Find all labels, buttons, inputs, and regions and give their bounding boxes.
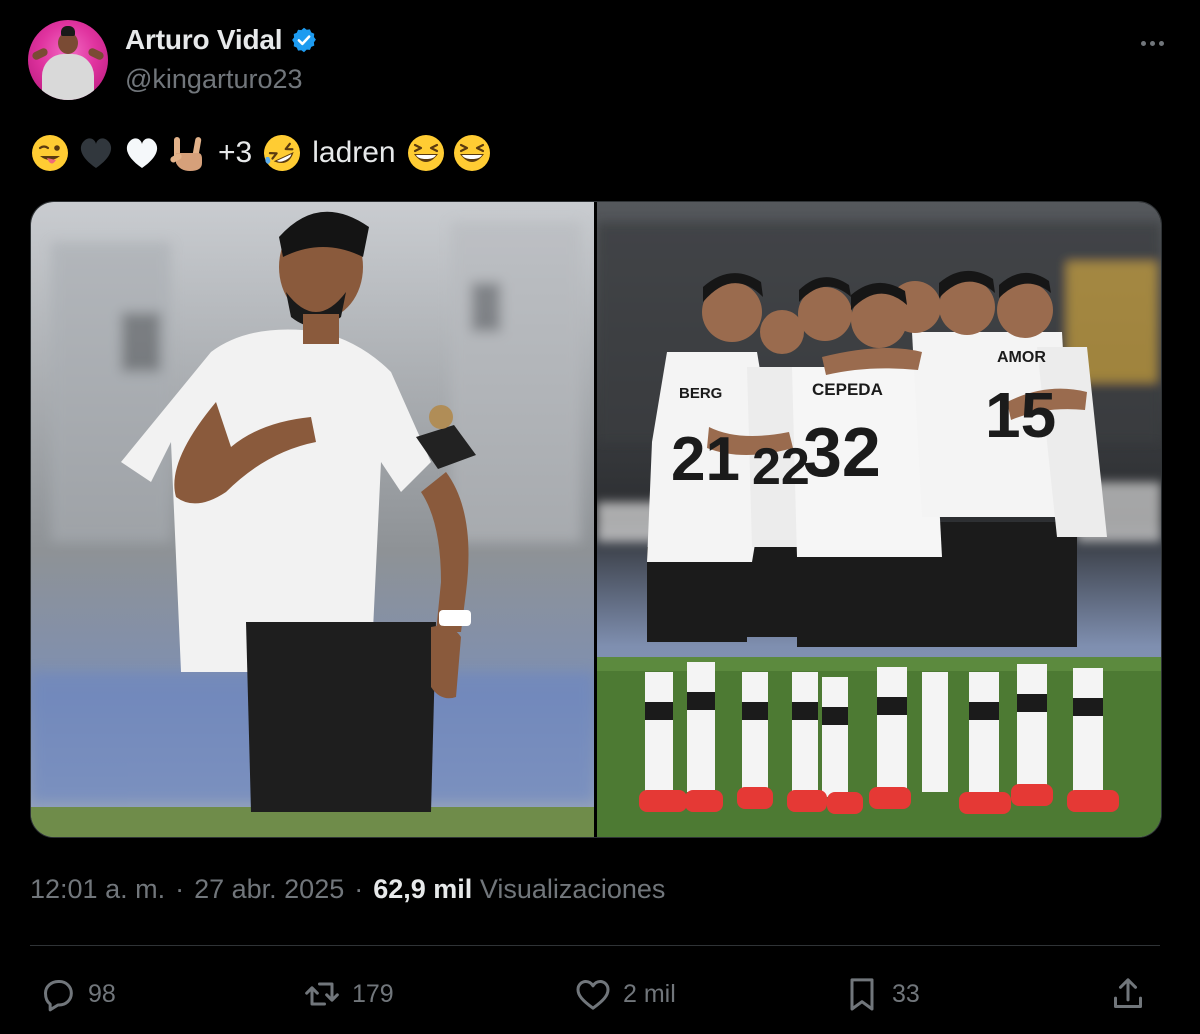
meta-separator: · [175,874,185,904]
meta-divider [30,945,1160,946]
white-heart-emoji [126,138,158,168]
share-button[interactable] [1108,974,1148,1014]
tweet-meta: 12:01 a. m. · 27 abr. 2025 · 62,9 mil Vi… [30,874,665,905]
jersey-name: AMOR [997,349,1046,366]
tweet-header: Arturo Vidal @kingarturo23 [28,20,1172,102]
verified-badge-icon[interactable] [290,26,318,54]
heart-icon [576,980,610,1010]
jersey-number: 22 [752,438,810,496]
grinning-squinting-emoji [453,135,490,171]
jersey-name: BERG [679,385,722,402]
reply-icon [44,980,73,1012]
tweet-time[interactable]: 12:01 a. m. [30,874,165,905]
bookmark-button[interactable]: 33 [842,974,920,1014]
repost-button[interactable]: 179 [302,974,394,1014]
jersey-number: 15 [985,379,1056,451]
share-icon [1114,978,1142,1008]
author-display-name[interactable]: Arturo Vidal [125,24,283,56]
tweet-text: +3 ladren [30,128,492,178]
like-button[interactable]: 2 mil [573,974,676,1014]
more-dot [1158,40,1164,46]
avatar-figure-arm-left [31,46,49,62]
bookmark-count: 33 [892,979,920,1008]
more-dot [1149,40,1155,46]
tweet-media-grid: BERG 21 22 CEPEDA 32 AMOR 15 [30,201,1162,838]
more-options-icon[interactable] [1132,28,1172,58]
jersey-name: CEPEDA [812,380,883,399]
bookmark-icon [850,978,874,1011]
player-celebrating-photo[interactable] [31,202,594,837]
jersey-number: 32 [803,413,881,491]
rolling-laughing-emoji [264,135,301,171]
reply-button[interactable]: 98 [38,974,116,1014]
tweet-text-word: ladren [312,136,396,169]
grinning-squinting-emoji [407,135,444,171]
author-handle[interactable]: @kingarturo23 [125,64,303,95]
tweet-actions-bar: 98 179 2 mil 33 [30,966,1160,1022]
repost-count: 179 [352,979,394,1008]
tweet-text-plus: +3 [218,136,253,169]
more-dot [1140,40,1146,46]
love-you-gesture-emoji [170,137,202,171]
jersey-number: 21 [671,425,740,494]
winking-tongue-emoji [32,135,68,171]
meta-separator: · [354,874,364,904]
author-name-row: Arturo Vidal [125,24,318,56]
tweet-date[interactable]: 27 abr. 2025 [194,874,344,905]
like-count: 2 mil [623,979,676,1008]
reply-count: 98 [88,979,116,1008]
avatar-figure-arm-right [87,46,105,62]
views-label: Visualizaciones [479,874,666,904]
author-avatar[interactable] [28,20,108,100]
team-huddle-photo[interactable]: BERG 21 22 CEPEDA 32 AMOR 15 [597,202,1161,837]
repost-icon [305,982,339,1006]
views-count: 62,9 mil [373,874,473,904]
avatar-figure-body [42,54,94,100]
black-heart-emoji [80,138,112,168]
avatar-figure-hair [61,26,75,36]
